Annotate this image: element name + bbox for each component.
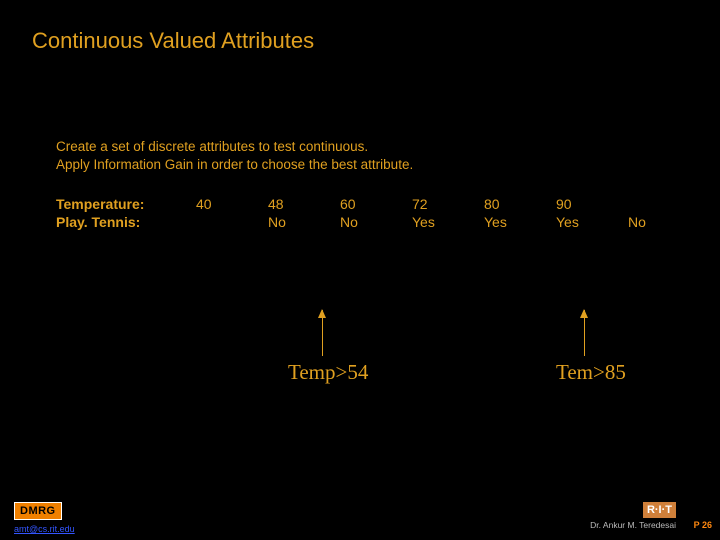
temp-cell: 48: [268, 196, 340, 212]
temp-cell: 72: [412, 196, 484, 212]
email-link[interactable]: amt@cs.rit.edu: [14, 524, 75, 534]
rit-logo-box: R·I·T: [643, 502, 676, 518]
up-arrow-icon: [322, 310, 323, 356]
page-number: P 26: [694, 520, 712, 530]
play-cell: Yes: [484, 214, 556, 230]
annotation-temp85: Tem>85: [556, 360, 626, 385]
temp-cell: 80: [484, 196, 556, 212]
play-cell: Yes: [556, 214, 628, 230]
desc-line-2: Apply Information Gain in order to choos…: [56, 156, 413, 174]
play-cell: Yes: [412, 214, 484, 230]
temp-cell: 90: [556, 196, 628, 212]
slide-title: Continuous Valued Attributes: [32, 28, 314, 54]
data-table: Temperature: 40 48 60 72 80 90 Play. Ten…: [56, 196, 700, 232]
temperature-label: Temperature:: [56, 196, 196, 212]
description-block: Create a set of discrete attributes to t…: [56, 138, 413, 174]
rit-logo: R·I·T: [643, 502, 676, 518]
up-arrow-icon: [584, 310, 585, 356]
playtennis-row: Play. Tennis: No No Yes Yes Yes No: [56, 214, 700, 230]
desc-line-1: Create a set of discrete attributes to t…: [56, 138, 413, 156]
play-cell: No: [628, 214, 678, 230]
footer: DMRG amt@cs.rit.edu R·I·T Dr. Ankur M. T…: [0, 492, 720, 540]
annotation-temp54: Temp>54: [288, 360, 368, 385]
temp-cell: 60: [340, 196, 412, 212]
play-cell: No: [268, 214, 340, 230]
play-cell: No: [340, 214, 412, 230]
temperature-row: Temperature: 40 48 60 72 80 90: [56, 196, 700, 212]
dmrg-badge: DMRG: [14, 502, 62, 520]
playtennis-label: Play. Tennis:: [56, 214, 196, 230]
temp-cell: 40: [196, 196, 268, 212]
author-name: Dr. Ankur M. Teredesai: [590, 520, 676, 530]
